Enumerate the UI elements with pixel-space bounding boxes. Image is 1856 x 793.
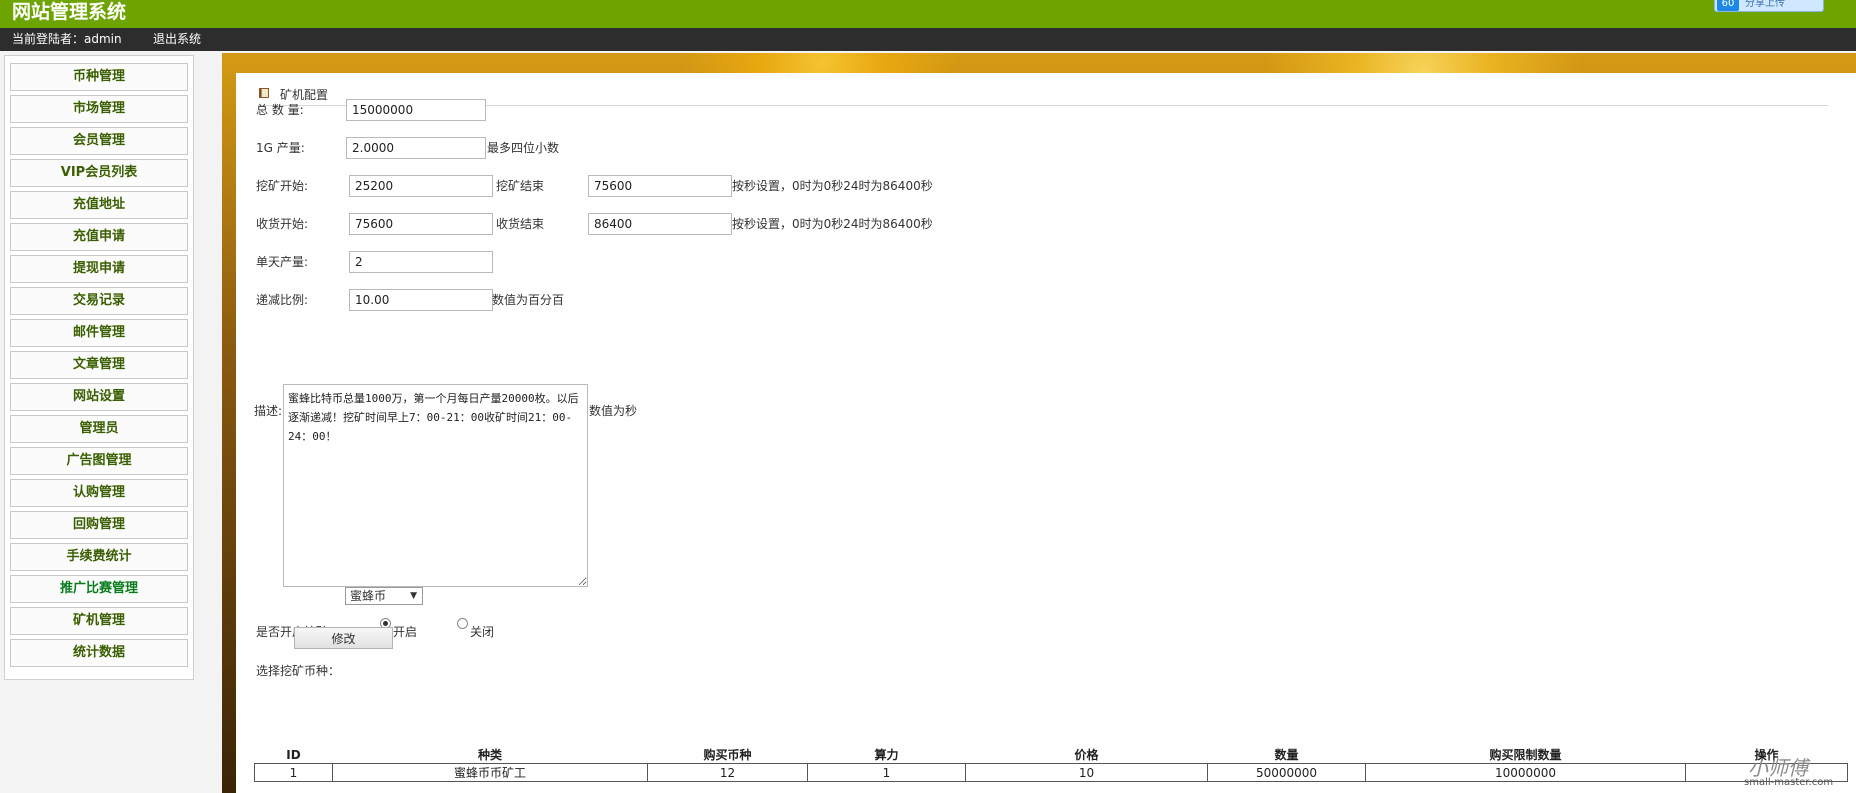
coin-label: 选择挖矿币种： [256, 664, 341, 678]
table-row: 1 蜜蜂币币矿工 12 1 10 50000000 10000000 [254, 763, 1848, 782]
total-label: 总 数 量: [256, 103, 304, 117]
col-type: 种类 [477, 748, 502, 762]
cell-id: 1 [254, 763, 333, 782]
daily-input[interactable] [349, 251, 493, 273]
sidebar-item[interactable]: 管理员 [10, 415, 188, 443]
desc-label: 描述: [254, 404, 283, 418]
site-title: 网站管理系统 [12, 1, 127, 23]
desc-hint: 数值为秒 [589, 404, 638, 418]
harvest-start-input[interactable] [349, 213, 493, 235]
output-hint: 最多四位小数 [487, 141, 560, 155]
decay-hint: 数值为百分百 [492, 293, 565, 307]
top-header: 网站管理系统 60 分享上传 [0, 0, 1856, 28]
harvest-start-label: 收货开始: [256, 217, 309, 231]
coin-select-value: 蜜蜂币 [350, 589, 387, 603]
current-user: 当前登陆者：admin [12, 32, 122, 46]
watermark-url: small-master.com [1744, 777, 1834, 788]
col-hashrate: 算力 [874, 748, 899, 762]
sidebar-nav: 币种管理市场管理会员管理 VIP会员列表 充值地址充值申请提现申请交易记录邮件管理文… [4, 55, 194, 680]
book-icon [259, 88, 269, 98]
share-badge-icon: 60 [1717, 0, 1739, 11]
main-panel: 矿机配置 总 数 量: 1G 产量: 最多四位小数 挖矿开始: 挖矿结束 按秒设… [236, 73, 1856, 793]
col-quantity: 数量 [1274, 748, 1299, 762]
sidebar-item[interactable]: 网站设置 [10, 383, 188, 411]
sidebar-item[interactable]: 广告图管理 [10, 447, 188, 475]
sidebar-item[interactable]: 币种管理 [10, 63, 188, 91]
decay-input[interactable] [349, 289, 493, 311]
coin-select[interactable]: 蜜蜂币 ▼ [345, 587, 423, 605]
enable-on-label: 开启 [393, 625, 418, 639]
cell-price: 10 [965, 763, 1208, 782]
sidebar-item[interactable]: 认购管理 [10, 479, 188, 507]
col-id: ID [286, 747, 301, 762]
harvest-end-input[interactable] [588, 213, 732, 235]
miner-table: ID 种类 购买币种 算力 价格 数量 购买限制数量 操作 1 蜜蜂币币矿工 1… [254, 746, 1848, 782]
col-buy-coin: 购买币种 [703, 748, 752, 762]
daily-label: 单天产量: [256, 255, 309, 269]
share-upload-button[interactable]: 60 分享上传 [1714, 0, 1824, 12]
enable-off-radio[interactable] [457, 618, 468, 629]
chevron-down-icon: ▼ [410, 591, 417, 601]
modify-button[interactable]: 修改 [294, 627, 393, 649]
sidebar-item[interactable]: 交易记录 [10, 287, 188, 315]
mine-end-input[interactable] [588, 175, 732, 197]
user-bar: 当前登陆者：admin 退出系统 [0, 28, 1856, 51]
harvest-hint: 按秒设置，0时为0秒24时为86400秒 [732, 217, 933, 231]
logout-link[interactable]: 退出系统 [153, 28, 201, 51]
sidebar-item[interactable]: 提现申请 [10, 255, 188, 283]
col-price: 价格 [1074, 748, 1099, 762]
output-input[interactable] [346, 137, 486, 159]
sidebar-item[interactable]: 矿机管理 [10, 607, 188, 635]
decay-label: 递减比例: [256, 293, 309, 307]
mine-hint: 按秒设置，0时为0秒24时为86400秒 [732, 179, 933, 193]
cell-hashrate: 1 [807, 763, 966, 782]
enable-off-label: 关闭 [470, 625, 495, 639]
mine-start-label: 挖矿开始: [256, 179, 309, 193]
table-header-row: ID 种类 购买币种 算力 价格 数量 购买限制数量 操作 [255, 746, 1848, 764]
share-upload-label: 分享上传 [1745, 0, 1785, 9]
cell-buy-coin: 12 [647, 763, 808, 782]
sidebar-item[interactable]: 文章管理 [10, 351, 188, 379]
sidebar-item[interactable]: 充值申请 [10, 223, 188, 251]
sidebar-item[interactable]: 回购管理 [10, 511, 188, 539]
cell-quantity: 50000000 [1207, 763, 1366, 782]
sidebar-item[interactable]: 推广比赛管理 [10, 575, 188, 603]
cell-type: 蜜蜂币币矿工 [332, 763, 648, 782]
col-limit: 购买限制数量 [1489, 748, 1562, 762]
section-header: 矿机配置 [258, 85, 1828, 106]
harvest-end-label: 收货结束 [496, 217, 545, 231]
mine-start-input[interactable] [349, 175, 493, 197]
sidebar-item[interactable]: 充值地址 [10, 191, 188, 219]
mine-end-label: 挖矿结束 [496, 179, 545, 193]
sidebar-item[interactable]: 手续费统计 [10, 543, 188, 571]
sidebar-item[interactable]: 统计数据 [10, 639, 188, 667]
output-label: 1G 产量: [256, 141, 305, 155]
desc-textarea[interactable]: 蜜蜂比特币总量1000万，第一个月每日产量20000枚。以后逐渐递减！挖矿时间早… [283, 384, 588, 587]
sidebar-item[interactable]: VIP会员列表 [10, 159, 188, 187]
sidebar-item[interactable]: 邮件管理 [10, 319, 188, 347]
cell-limit: 10000000 [1365, 763, 1686, 782]
total-input[interactable] [346, 99, 486, 121]
sidebar-item[interactable]: 市场管理 [10, 95, 188, 123]
sidebar-item[interactable]: 会员管理 [10, 127, 188, 155]
